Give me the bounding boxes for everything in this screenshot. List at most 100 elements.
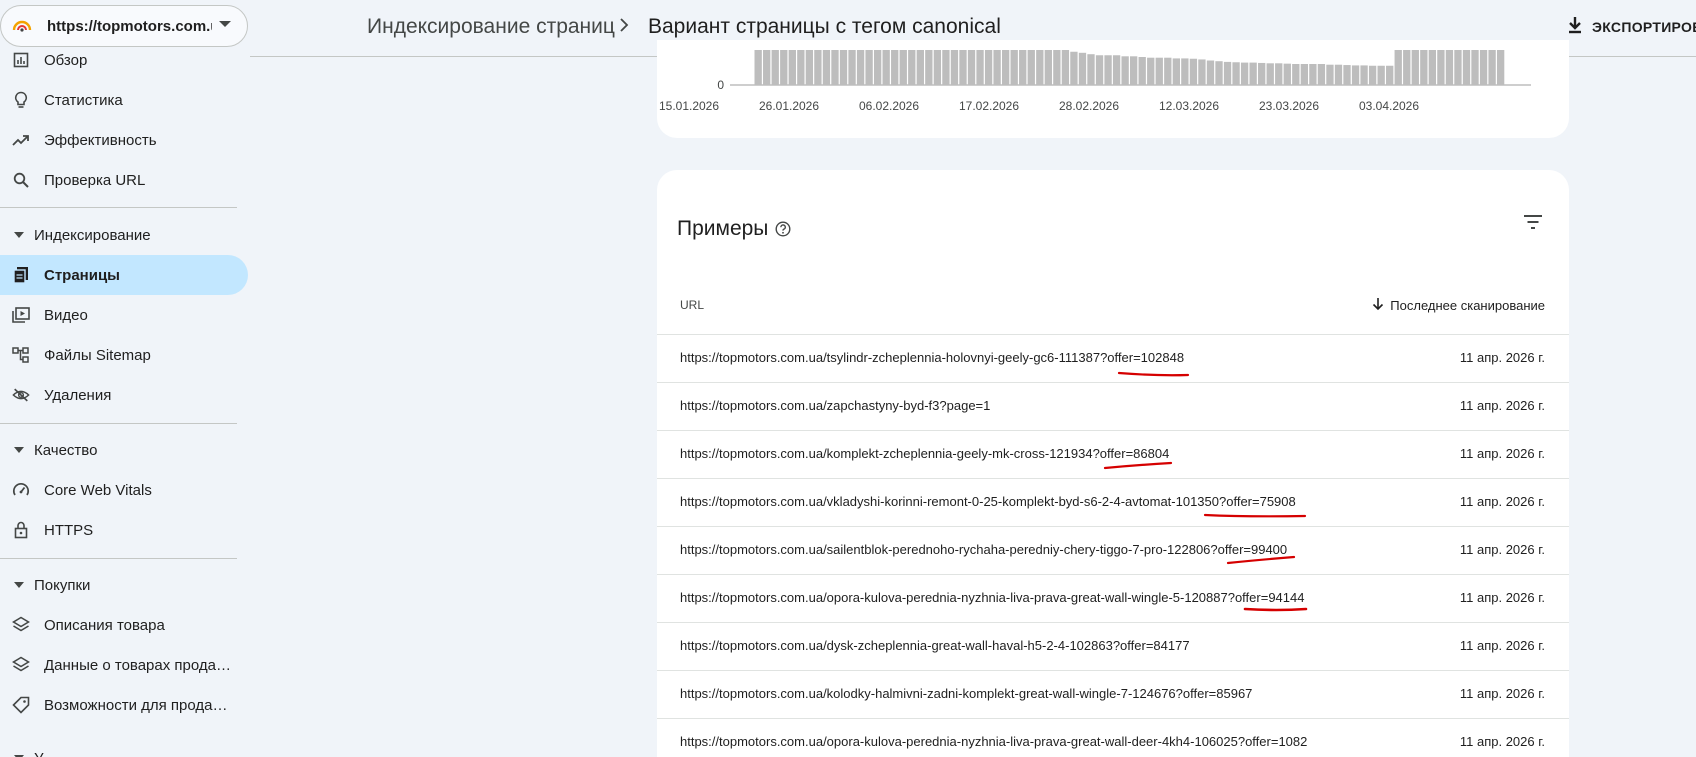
sidebar-divider	[0, 558, 237, 559]
sidebar-section-more[interactable]: У	[0, 738, 248, 757]
sidebar-item-overview[interactable]: Обзор	[0, 40, 248, 80]
row-url[interactable]: https://topmotors.com.ua/kolodky-halmivn…	[680, 686, 1252, 701]
chart-bar	[925, 50, 933, 85]
chart-bar	[1411, 50, 1419, 85]
chart-bar	[805, 50, 814, 85]
sidebar-item-sitemaps[interactable]: Файлы Sitemap	[0, 335, 248, 375]
row-url[interactable]: https://topmotors.com.ua/zapchastyny-byd…	[680, 398, 990, 413]
column-header-label: Последнее сканирование	[1390, 298, 1545, 313]
table-row[interactable]: https://topmotors.com.ua/komplekt-zchepl…	[657, 430, 1569, 478]
bar-chart: 0 15.01.2026 26.01.2026 06.02.2026 17.02.20…	[659, 50, 1531, 113]
column-header-url[interactable]: URL	[680, 298, 704, 312]
row-url[interactable]: https://topmotors.com.ua/tsylindr-zchepl…	[680, 350, 1184, 365]
sidebar: https://topmotors.com.ua/ Обзор Статисти…	[0, 0, 250, 757]
table-row[interactable]: https://topmotors.com.ua/kolodky-halmivn…	[657, 670, 1569, 718]
table-row[interactable]: https://topmotors.com.ua/vkladyshi-korin…	[657, 478, 1569, 526]
chart-bar	[873, 50, 882, 85]
chart-bar	[950, 50, 959, 85]
table-row[interactable]: https://topmotors.com.ua/opora-kulova-pe…	[657, 574, 1569, 622]
chart-bar	[1164, 57, 1172, 85]
chart-bar	[1275, 63, 1283, 85]
chart-bar	[1496, 50, 1505, 85]
chart-bar	[1403, 50, 1411, 85]
chart-bar	[754, 50, 762, 85]
chart-bar	[899, 50, 907, 85]
sidebar-item-statistics[interactable]: Статистика	[0, 80, 248, 120]
sidebar-section-shopping[interactable]: Покупки	[0, 565, 248, 605]
chart-bar	[1428, 50, 1437, 85]
row-date: 11 апр. 2026 г.	[1459, 350, 1545, 365]
sidebar-section-label: У	[34, 750, 44, 757]
row-url[interactable]: https://topmotors.com.ua/opora-kulova-pe…	[680, 590, 1304, 605]
table-row[interactable]: https://topmotors.com.ua/tsylindr-zchepl…	[657, 334, 1569, 382]
sidebar-item-core-web-vitals[interactable]: Core Web Vitals	[0, 470, 248, 510]
export-label: ЭКСПОРТИРОВАТЬ	[1592, 19, 1696, 35]
chart-bar	[788, 50, 796, 85]
table-row[interactable]: https://topmotors.com.ua/dysk-zcheplenni…	[657, 622, 1569, 670]
chart-bar	[1010, 50, 1018, 85]
help-icon[interactable]	[775, 221, 791, 242]
table-row[interactable]: https://topmotors.com.ua/sailentblok-per…	[657, 526, 1569, 574]
chart-bar	[1198, 59, 1206, 85]
chart-bar	[1368, 65, 1377, 85]
chart-bar	[1258, 62, 1266, 85]
chart-bar	[1386, 65, 1394, 85]
chart-bar	[1394, 50, 1402, 85]
sidebar-item-pages[interactable]: Страницы	[0, 255, 248, 295]
sidebar-item-merchant-listings[interactable]: Данные о товарах продавца	[0, 645, 248, 685]
breadcrumb-parent[interactable]: Индексирование страниц	[367, 15, 615, 39]
row-date: 11 апр. 2026 г.	[1459, 542, 1545, 557]
sidebar-section-label: Качество	[34, 441, 98, 459]
column-header-last-crawled[interactable]: Последнее сканирование	[1372, 297, 1545, 314]
chart-bar	[993, 50, 1001, 85]
sidebar-item-https[interactable]: HTTPS	[0, 510, 248, 550]
row-url[interactable]: https://topmotors.com.ua/sailentblok-per…	[680, 542, 1287, 557]
export-button[interactable]: ЭКСПОРТИРОВАТЬ	[1568, 14, 1696, 40]
sidebar-section-indexing[interactable]: Индексирование	[0, 215, 248, 255]
search-icon	[12, 171, 30, 189]
row-url[interactable]: https://topmotors.com.ua/vkladyshi-korin…	[680, 494, 1296, 509]
x-tick-label: 15.01.2026	[659, 99, 719, 113]
speed-icon	[12, 481, 30, 499]
chart-bar	[933, 50, 942, 85]
sidebar-item-removals[interactable]: Удаления	[0, 375, 248, 415]
chart-bar	[1061, 50, 1070, 85]
chart-bar	[1215, 61, 1223, 85]
sidebar-item-label: Файлы Sitemap	[44, 346, 151, 364]
sidebar-item-merchant-opportunities[interactable]: Возможности для продавцов	[0, 685, 248, 725]
table-row[interactable]: https://topmotors.com.ua/zapchastyny-byd…	[657, 382, 1569, 430]
sidebar-item-product-snippets[interactable]: Описания товара	[0, 605, 248, 645]
sidebar-item-label: Описания товара	[44, 616, 165, 634]
chart-bar	[976, 50, 984, 85]
download-icon	[1568, 16, 1582, 39]
lock-icon	[12, 521, 30, 539]
chart-bar	[848, 50, 856, 85]
chart-bar	[1027, 50, 1035, 85]
sidebar-item-label: Core Web Vitals	[44, 481, 152, 499]
sidebar-section-label: Индексирование	[34, 226, 151, 244]
chart-bar	[908, 50, 916, 85]
chart-bar	[1292, 64, 1300, 85]
sidebar-item-label: Возможности для продавцов	[44, 696, 234, 714]
sidebar-item-label: Видео	[44, 306, 88, 324]
chart-bar	[1351, 65, 1360, 85]
eye-off-icon	[12, 386, 30, 404]
chart-bar	[1206, 60, 1215, 85]
sidebar-item-performance[interactable]: Эффективность	[0, 120, 248, 160]
row-url[interactable]: https://topmotors.com.ua/opora-kulova-pe…	[680, 734, 1307, 749]
sidebar-item-url-inspection[interactable]: Проверка URL	[0, 160, 248, 200]
table-row[interactable]: https://topmotors.com.ua/opora-kulova-pe…	[657, 718, 1569, 757]
filter-icon[interactable]	[1523, 214, 1543, 235]
row-url[interactable]: https://topmotors.com.ua/dysk-zcheplenni…	[680, 638, 1190, 653]
caret-down-icon	[14, 447, 24, 453]
x-tick-label: 06.02.2026	[859, 99, 919, 113]
examples-card: Примеры URL Последнее сканирование https…	[657, 170, 1569, 757]
row-url[interactable]: https://topmotors.com.ua/komplekt-zchepl…	[680, 446, 1169, 461]
arrow-down-icon	[1372, 297, 1384, 314]
sidebar-section-quality[interactable]: Качество	[0, 430, 248, 470]
sidebar-section-label: Покупки	[34, 576, 91, 594]
chart-bar	[1377, 65, 1385, 85]
x-tick-label: 26.01.2026	[759, 99, 819, 113]
sidebar-item-video[interactable]: Видео	[0, 295, 248, 335]
chart-bar	[1104, 55, 1112, 85]
